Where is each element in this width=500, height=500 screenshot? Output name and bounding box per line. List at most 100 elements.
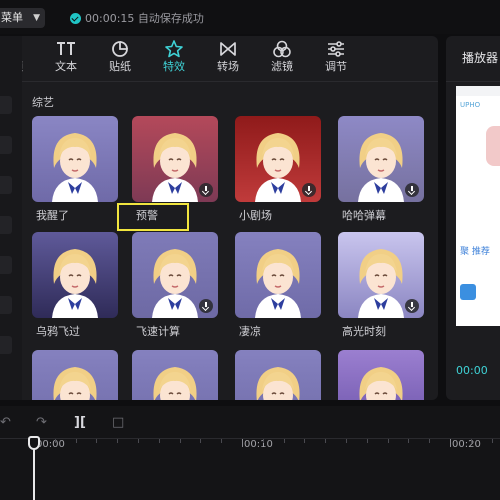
split-icon[interactable]: ][	[74, 415, 86, 430]
redo-icon[interactable]: ↷	[36, 415, 47, 430]
undo-icon[interactable]: ↶	[0, 415, 11, 430]
tab-adjust[interactable]: 调节	[316, 39, 356, 79]
circles-icon	[273, 40, 291, 58]
effect-label: 小剧场	[239, 209, 272, 222]
ruler-tick	[242, 439, 243, 447]
sliders-icon	[328, 41, 344, 57]
bowtie-icon	[220, 42, 236, 56]
ruler-tick	[325, 439, 326, 443]
download-icon[interactable]	[405, 299, 419, 313]
ruler-tick	[471, 439, 472, 443]
ruler-tick	[96, 439, 97, 443]
download-icon[interactable]	[199, 183, 213, 197]
tab-label: 文本	[55, 60, 77, 73]
chevron-down-icon: ▼	[33, 13, 40, 23]
effect-card[interactable]	[132, 350, 218, 400]
ruler-tick	[284, 439, 285, 443]
effect-label: 飞速计算	[136, 325, 180, 338]
tab-sticker[interactable]: 贴纸	[100, 39, 140, 79]
ruler-tick	[388, 439, 389, 443]
ruler-tick	[304, 439, 305, 443]
rail-item[interactable]	[0, 256, 12, 274]
ruler-tick	[159, 439, 160, 443]
tab-audio[interactable]: 音频	[22, 39, 32, 79]
effect-card[interactable]	[132, 232, 218, 318]
tab-label: 转场	[217, 60, 239, 73]
effect-thumbnail	[32, 350, 118, 400]
effect-label: 高光时刻	[342, 325, 386, 338]
ruler-tick	[367, 439, 368, 443]
effect-label: 哈哈弹幕	[342, 209, 386, 222]
tab-transition[interactable]: 转场	[208, 39, 248, 79]
ruler-tick	[346, 439, 347, 443]
check-circle-icon	[70, 12, 81, 24]
effect-card[interactable]	[235, 232, 321, 318]
autosave-text: 00:00:15 自动保存成功	[85, 12, 204, 25]
player-title: 播放器	[462, 51, 499, 65]
effect-thumbnail	[32, 116, 118, 202]
effect-card[interactable]	[338, 350, 424, 400]
category-rail	[0, 36, 22, 400]
effect-card[interactable]	[338, 116, 424, 202]
player-panel: 播放器 UPHO 聚 推荐 00:00	[446, 36, 500, 400]
star-icon	[165, 40, 183, 58]
ruler-tick	[200, 439, 201, 443]
effect-card[interactable]	[235, 350, 321, 400]
effect-label: 我醒了	[36, 209, 69, 222]
ruler-tick	[450, 439, 451, 447]
ruler-tick	[408, 439, 409, 443]
rail-item[interactable]	[0, 336, 12, 354]
download-icon[interactable]	[405, 183, 419, 197]
menu-button[interactable]: 菜单 ▼	[0, 8, 45, 28]
ruler-tick	[492, 439, 493, 443]
effect-card[interactable]	[32, 232, 118, 318]
ruler-tick	[117, 439, 118, 443]
time-mark: 00:10	[244, 439, 273, 450]
rail-item[interactable]	[0, 296, 12, 314]
tab-divider	[22, 81, 438, 82]
delete-icon[interactable]: □	[112, 415, 124, 430]
download-icon[interactable]	[199, 299, 213, 313]
effect-thumbnail	[235, 232, 321, 318]
tab-label: 音频	[22, 60, 32, 74]
playhead-handle[interactable]	[28, 436, 40, 450]
time-mark: 00:20	[452, 439, 481, 450]
timeline-ruler[interactable]: 00:00 00:10 00:20	[0, 438, 500, 500]
download-icon[interactable]	[302, 183, 316, 197]
effect-card[interactable]	[132, 116, 218, 202]
rail-item[interactable]	[0, 136, 12, 154]
effect-card[interactable]	[235, 116, 321, 202]
menu-label: 菜单	[1, 11, 23, 24]
player-time: 00:00	[456, 364, 488, 377]
effect-card[interactable]	[32, 116, 118, 202]
ruler-tick	[138, 439, 139, 443]
ruler-tick	[55, 439, 56, 443]
ruler-tick	[180, 439, 181, 443]
time-mark: 00:00	[36, 439, 65, 450]
ruler-tick	[76, 439, 77, 443]
effect-card[interactable]	[338, 232, 424, 318]
ruler-tick	[429, 439, 430, 443]
tab-label: 贴纸	[109, 60, 131, 73]
effect-label: 乌鸦飞过	[36, 325, 80, 338]
ruler-tick	[221, 439, 222, 443]
tab-text[interactable]: 文本	[46, 39, 86, 79]
effect-card[interactable]	[32, 350, 118, 400]
autosave-status: 00:00:15 自动保存成功	[70, 10, 204, 26]
rail-item[interactable]	[0, 216, 12, 234]
tab-label: 调节	[325, 60, 347, 73]
tab-label: 特效	[163, 60, 185, 73]
tab-effects[interactable]: 特效	[154, 39, 194, 79]
preview-canvas[interactable]: UPHO 聚 推荐	[456, 86, 500, 326]
rail-item[interactable]	[0, 96, 12, 114]
selection-highlight-box	[117, 203, 189, 231]
preview-text: 聚 推荐	[460, 247, 490, 257]
text-icon	[57, 42, 75, 55]
rail-item[interactable]	[0, 176, 12, 194]
effect-thumbnail	[132, 350, 218, 400]
timeline-toolbar: ↶ ↷ ][ □	[0, 406, 500, 438]
section-title: 综艺	[32, 96, 54, 109]
tab-filter[interactable]: 滤镜	[262, 39, 302, 79]
effect-thumbnail	[235, 350, 321, 400]
media-panel: 音频 文本 贴纸 特效 转场	[22, 36, 438, 400]
